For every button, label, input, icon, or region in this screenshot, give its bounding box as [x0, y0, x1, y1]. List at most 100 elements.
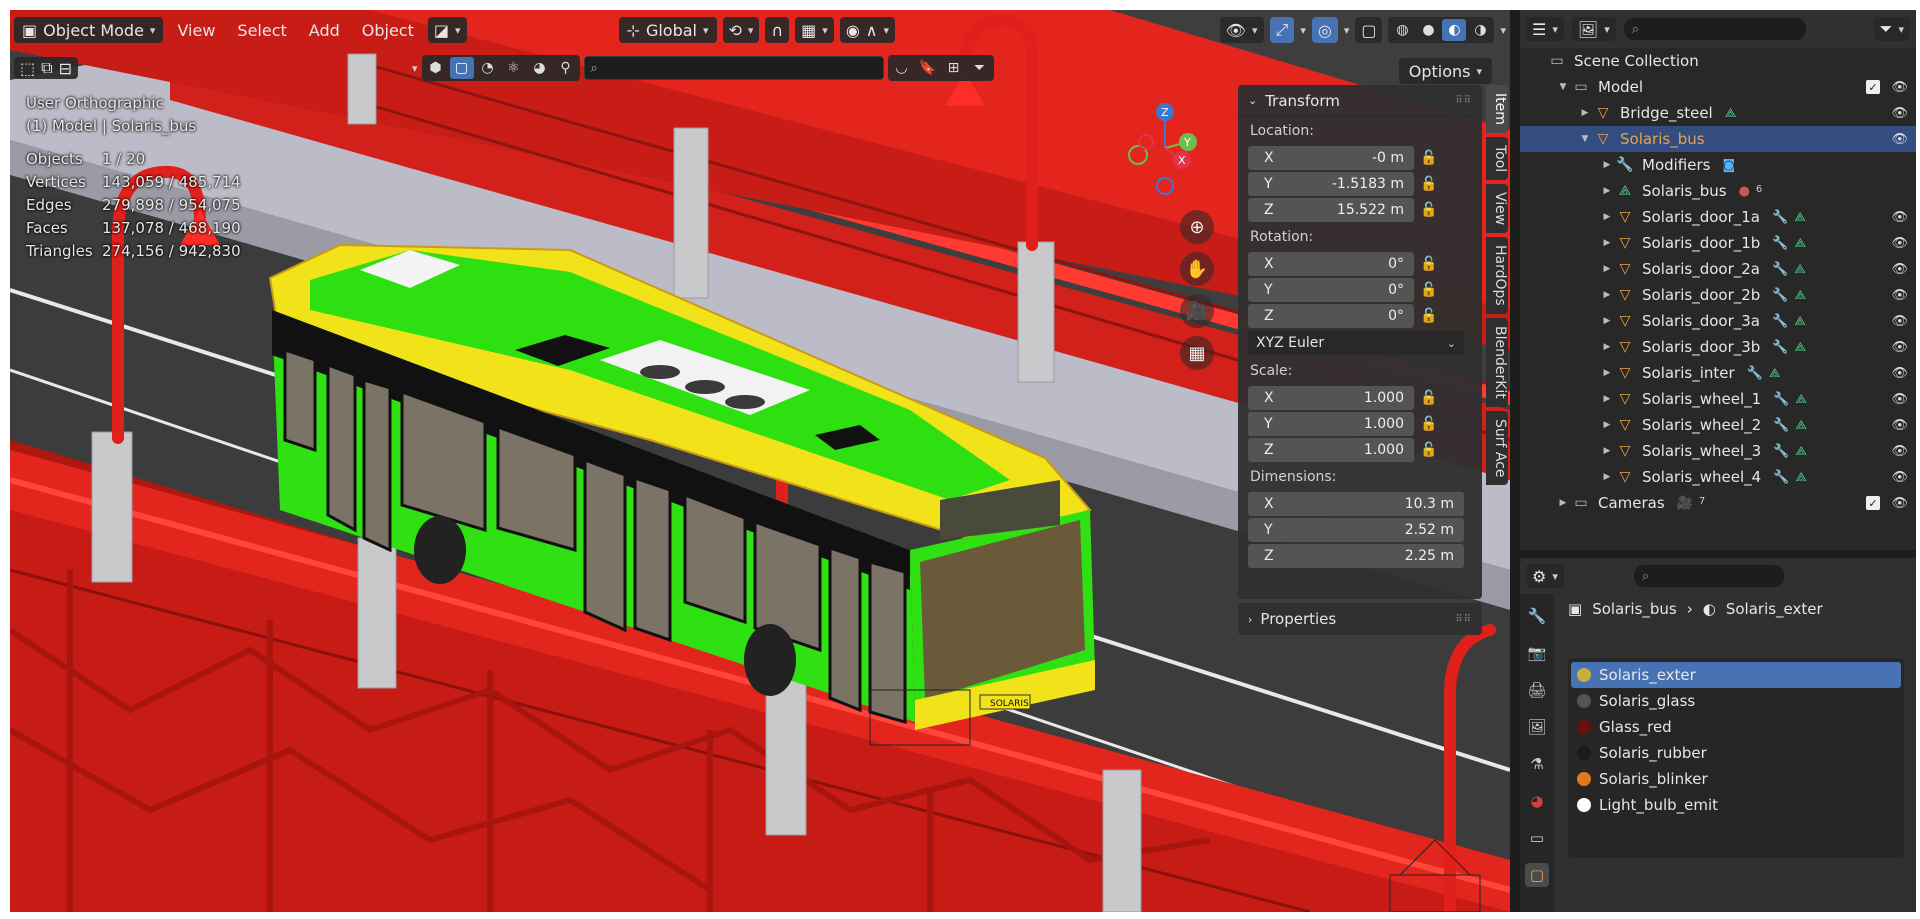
outliner-row[interactable]: ▶ ▽ Solaris_inter 🔧 ⟁ 👁 — [1520, 360, 1916, 386]
tab-surf-ace[interactable]: Surf Ace — [1486, 410, 1508, 486]
scale-x-field[interactable]: X 1.000 🔓 — [1248, 385, 1472, 411]
outliner-row[interactable]: ▶ 🔧 Modifiers ◙ — [1520, 152, 1916, 178]
expand-closed-icon[interactable]: ▶ — [1600, 394, 1614, 404]
eye-icon[interactable]: 👁 — [1891, 366, 1908, 381]
expand-closed-icon[interactable]: ▶ — [1600, 342, 1614, 352]
mesh-data-icon[interactable]: ⟁ — [1795, 444, 1807, 459]
object-filter-icon[interactable]: ▢ — [449, 57, 474, 79]
outliner-row[interactable]: ▼ ▭ Model ✓ 👁 — [1520, 74, 1916, 100]
mesh-data-icon[interactable]: ⟁ — [1794, 210, 1806, 225]
select-box-mode[interactable]: ⬚ ⧉ ⊟ — [14, 57, 78, 79]
lock-icon[interactable]: 🔓 — [1414, 256, 1444, 272]
expand-closed-icon[interactable]: ▶ — [1600, 368, 1614, 378]
expand-closed-icon[interactable]: ▶ — [1600, 212, 1614, 222]
transform-panel-header[interactable]: ⌄ Transform ⠿⠿ — [1238, 85, 1482, 117]
modifier-icon[interactable]: 🔧 — [1773, 392, 1789, 407]
modifier-icon[interactable]: 🔧 — [1773, 470, 1789, 485]
ortho-grid-icon[interactable]: ▦ — [1180, 336, 1214, 370]
scale-z-field[interactable]: Z 1.000 🔓 — [1248, 437, 1472, 463]
editor-type-dropdown[interactable]: ☰ ▾ — [1526, 17, 1564, 41]
mesh-data-icon[interactable]: ⟁ — [1795, 236, 1807, 251]
expand-open-icon[interactable]: ▼ — [1578, 134, 1592, 144]
smooth-icon[interactable]: ◡ — [890, 57, 914, 79]
outliner-row[interactable]: ▶ ▽ Solaris_wheel_3 🔧 ⟁ 👁 — [1520, 438, 1916, 464]
modifier-icon[interactable]: 🔧 — [1747, 366, 1763, 381]
mesh-data-icon[interactable]: ⟁ — [1725, 106, 1737, 121]
breadcrumb-material[interactable]: Solaris_exter — [1726, 600, 1823, 618]
expand-closed-icon[interactable]: ▶ — [1600, 420, 1614, 430]
outliner-row[interactable]: ▶ ▽ Solaris_wheel_1 🔧 ⟁ 👁 — [1520, 386, 1916, 412]
material-slot[interactable]: Solaris_rubber — [1571, 740, 1901, 766]
options-dropdown[interactable]: Options ▾ — [1398, 58, 1492, 84]
eye-icon[interactable]: 👁 — [1891, 236, 1908, 251]
properties-panel[interactable]: › Properties ⠿⠿ — [1238, 603, 1482, 635]
drag-grip-icon[interactable]: ⠿⠿ — [1455, 614, 1472, 625]
layout-icon[interactable]: ⊞ — [942, 57, 966, 79]
modifier-icon[interactable]: 🔧 — [1772, 210, 1788, 225]
scene-tab-icon[interactable]: ⚗ — [1525, 752, 1549, 776]
rotation-y-field[interactable]: Y 0° 🔓 — [1248, 277, 1472, 303]
scale-y-field[interactable]: Y 1.000 🔓 — [1248, 411, 1472, 437]
zoom-icon[interactable]: ⊕ — [1180, 210, 1214, 244]
bookmark-icon[interactable]: 🔖 — [916, 57, 940, 79]
expand-closed-icon[interactable]: ▶ — [1556, 498, 1570, 508]
lock-icon[interactable]: 🔓 — [1414, 442, 1444, 458]
outliner-row[interactable]: ▶ ▽ Solaris_door_3b 🔧 ⟁ 👁 — [1520, 334, 1916, 360]
menu-add[interactable]: Add — [301, 17, 348, 43]
object-tab-icon[interactable]: ▢ — [1525, 863, 1549, 887]
eye-icon[interactable]: 👁 — [1891, 418, 1908, 433]
pan-hand-icon[interactable]: ✋ — [1180, 252, 1214, 286]
rotation-mode-dropdown[interactable]: XYZ Euler ⌄ — [1248, 331, 1464, 355]
outliner-row[interactable]: ▶ ▽ Bridge_steel ⟁ 👁 — [1520, 100, 1916, 126]
material-badge-icon[interactable]: ● — [1739, 184, 1750, 199]
visibility-dropdown[interactable]: 👁 ▾ — [1219, 17, 1264, 43]
eye-icon[interactable]: 👁 — [1891, 132, 1908, 147]
modifier-icon[interactable]: 🔧 — [1773, 418, 1789, 433]
mesh-data-icon[interactable]: ⟁ — [1795, 470, 1807, 485]
exclude-checkbox[interactable]: ✓ — [1866, 496, 1880, 510]
dimensions-y-field[interactable]: Y 2.52 m — [1248, 517, 1472, 543]
gizmo-neg-x[interactable] — [1138, 134, 1154, 150]
eye-icon[interactable]: 👁 — [1891, 470, 1908, 485]
eye-icon[interactable]: 👁 — [1891, 80, 1908, 95]
menu-select[interactable]: Select — [229, 17, 294, 43]
collection-tab-icon[interactable]: ▭ — [1525, 826, 1549, 850]
3d-viewport[interactable]: SOLARIS ▣ Object Mode ▾ View Select Add — [10, 10, 1510, 912]
rendered-shading-icon[interactable]: ◑ — [1468, 19, 1492, 41]
outliner-row[interactable]: ▶ ⟁ Solaris_bus ● 6 — [1520, 178, 1916, 204]
material-filter-icon[interactable]: ◔ — [476, 57, 500, 79]
material-slot[interactable]: Solaris_glass — [1571, 688, 1901, 714]
eye-icon[interactable]: 👁 — [1891, 106, 1908, 121]
mesh-data-icon[interactable]: ⟁ — [1795, 418, 1807, 433]
modifier-icon[interactable]: 🔧 — [1773, 444, 1789, 459]
outliner-row[interactable]: ▶ ▽ Solaris_door_2a 🔧 ⟁ 👁 — [1520, 256, 1916, 282]
modifier-icon[interactable]: 🔧 — [1772, 340, 1788, 355]
xray-toggle[interactable]: ▢ — [1355, 17, 1383, 43]
properties-search-input[interactable]: ⌕ — [1633, 565, 1784, 587]
gizmo-toggle[interactable]: ⤢ — [1269, 17, 1295, 43]
world-filter-icon[interactable]: ◕ — [528, 57, 552, 79]
outliner-row[interactable]: ▶ ▽ Solaris_wheel_4 🔧 ⟁ 👁 — [1520, 464, 1916, 490]
shading-dropdown-chevron[interactable]: ▾ — [1500, 24, 1506, 37]
tab-hardops[interactable]: HardOps — [1486, 237, 1508, 315]
outliner-row[interactable]: ▶ ▽ Solaris_wheel_2 🔧 ⟁ 👁 — [1520, 412, 1916, 438]
menu-object[interactable]: Object — [354, 17, 422, 43]
modifier-icon[interactable]: 🔧 — [1772, 262, 1788, 277]
outliner-row[interactable]: ▶ ▽ Solaris_door_1a 🔧 ⟁ 👁 — [1520, 204, 1916, 230]
view-layer-tab-icon[interactable]: 🖼 — [1525, 715, 1549, 739]
tab-view[interactable]: View — [1486, 184, 1508, 234]
menu-view[interactable]: View — [169, 17, 223, 43]
tab-blenderkit[interactable]: BlenderKit — [1486, 318, 1508, 407]
lock-icon[interactable]: 🔓 — [1414, 150, 1444, 166]
dimensions-x-field[interactable]: X 10.3 m — [1248, 491, 1472, 517]
location-y-field[interactable]: Y -1.5183 m 🔓 — [1248, 171, 1472, 197]
expand-closed-icon[interactable]: ▶ — [1600, 186, 1614, 196]
material-slot[interactable]: Glass_red — [1571, 714, 1901, 740]
eye-icon[interactable]: 👁 — [1891, 340, 1908, 355]
mesh-data-icon[interactable]: ⟁ — [1795, 340, 1807, 355]
eye-icon[interactable]: 👁 — [1891, 496, 1908, 511]
lock-icon[interactable]: 🔓 — [1414, 308, 1444, 324]
chevron-down-icon[interactable]: ▾ — [412, 62, 418, 75]
modifier-icon[interactable]: 🔧 — [1772, 288, 1788, 303]
outliner-filter-dropdown[interactable]: ⏷ ▾ — [1873, 17, 1910, 41]
